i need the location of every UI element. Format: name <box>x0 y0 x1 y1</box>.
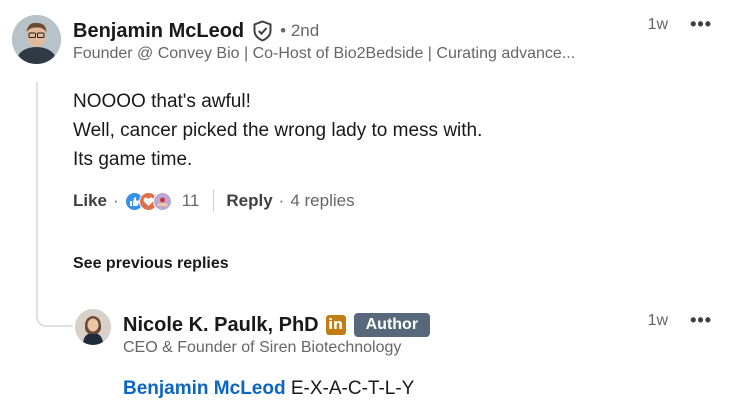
comment-author-row: Benjamin McLeod • 2nd <box>73 17 319 45</box>
see-previous-replies-button[interactable]: See previous replies <box>73 255 229 273</box>
comment-timestamp: 1w <box>647 15 669 33</box>
author-badge: Author <box>353 313 431 337</box>
reaction-count[interactable]: 11 <box>182 191 200 211</box>
separator-dot: · <box>113 191 119 210</box>
reply-text: E-X-A-C-T-L-Y <box>290 378 415 399</box>
comment-author-name[interactable]: Benjamin McLeod <box>73 20 244 43</box>
separator-dot: · <box>278 191 285 210</box>
comment-meta: 1w ••• <box>648 14 712 35</box>
comment-actions: Like · 11 Reply · 4 replies <box>73 188 355 214</box>
replies-count[interactable]: 4 replies <box>290 191 354 211</box>
reply-button[interactable]: Reply <box>226 191 272 211</box>
ellipsis-icon[interactable]: ••• <box>690 14 712 35</box>
reply-meta: 1w ••• <box>648 310 712 331</box>
linkedin-premium-icon: in <box>325 315 346 335</box>
action-divider <box>213 190 215 212</box>
like-button[interactable]: Like <box>73 191 107 211</box>
profile-photo <box>75 309 111 345</box>
comment-line: Well, cancer picked the wrong lady to me… <box>73 120 483 141</box>
comment-line: NOOOO that's awful! <box>73 91 251 112</box>
reply-body: Benjamin McLeod E-X-A-C-T-L-Y <box>123 378 414 400</box>
reply-author-name[interactable]: Nicole K. Paulk, PhD <box>123 314 319 337</box>
profile-photo <box>12 15 61 64</box>
connection-degree: • 2nd <box>280 21 320 40</box>
reply-author-headline: CEO & Founder of Siren Biotechnology <box>123 339 402 356</box>
comment-line: Its game time. <box>73 149 193 170</box>
mention-link[interactable]: Benjamin McLeod <box>123 378 286 399</box>
ellipsis-icon[interactable]: ••• <box>690 310 712 331</box>
avatar-nicole-paulk[interactable] <box>75 309 111 345</box>
avatar-benjamin-mcleod[interactable] <box>12 15 61 64</box>
reply-author-row: Nicole K. Paulk, PhD in Author <box>123 311 431 339</box>
thread-connector-line <box>36 82 73 327</box>
shield-check-icon <box>252 20 273 42</box>
support-reaction-icon <box>152 191 172 211</box>
comment-author-headline: Founder @ Convey Bio | Co-Host of Bio2Be… <box>73 45 576 62</box>
reply-timestamp: 1w <box>647 311 669 329</box>
comment-body: NOOOO that's awful! Well, cancer picked … <box>73 87 482 174</box>
reactions-summary[interactable] <box>124 191 172 211</box>
